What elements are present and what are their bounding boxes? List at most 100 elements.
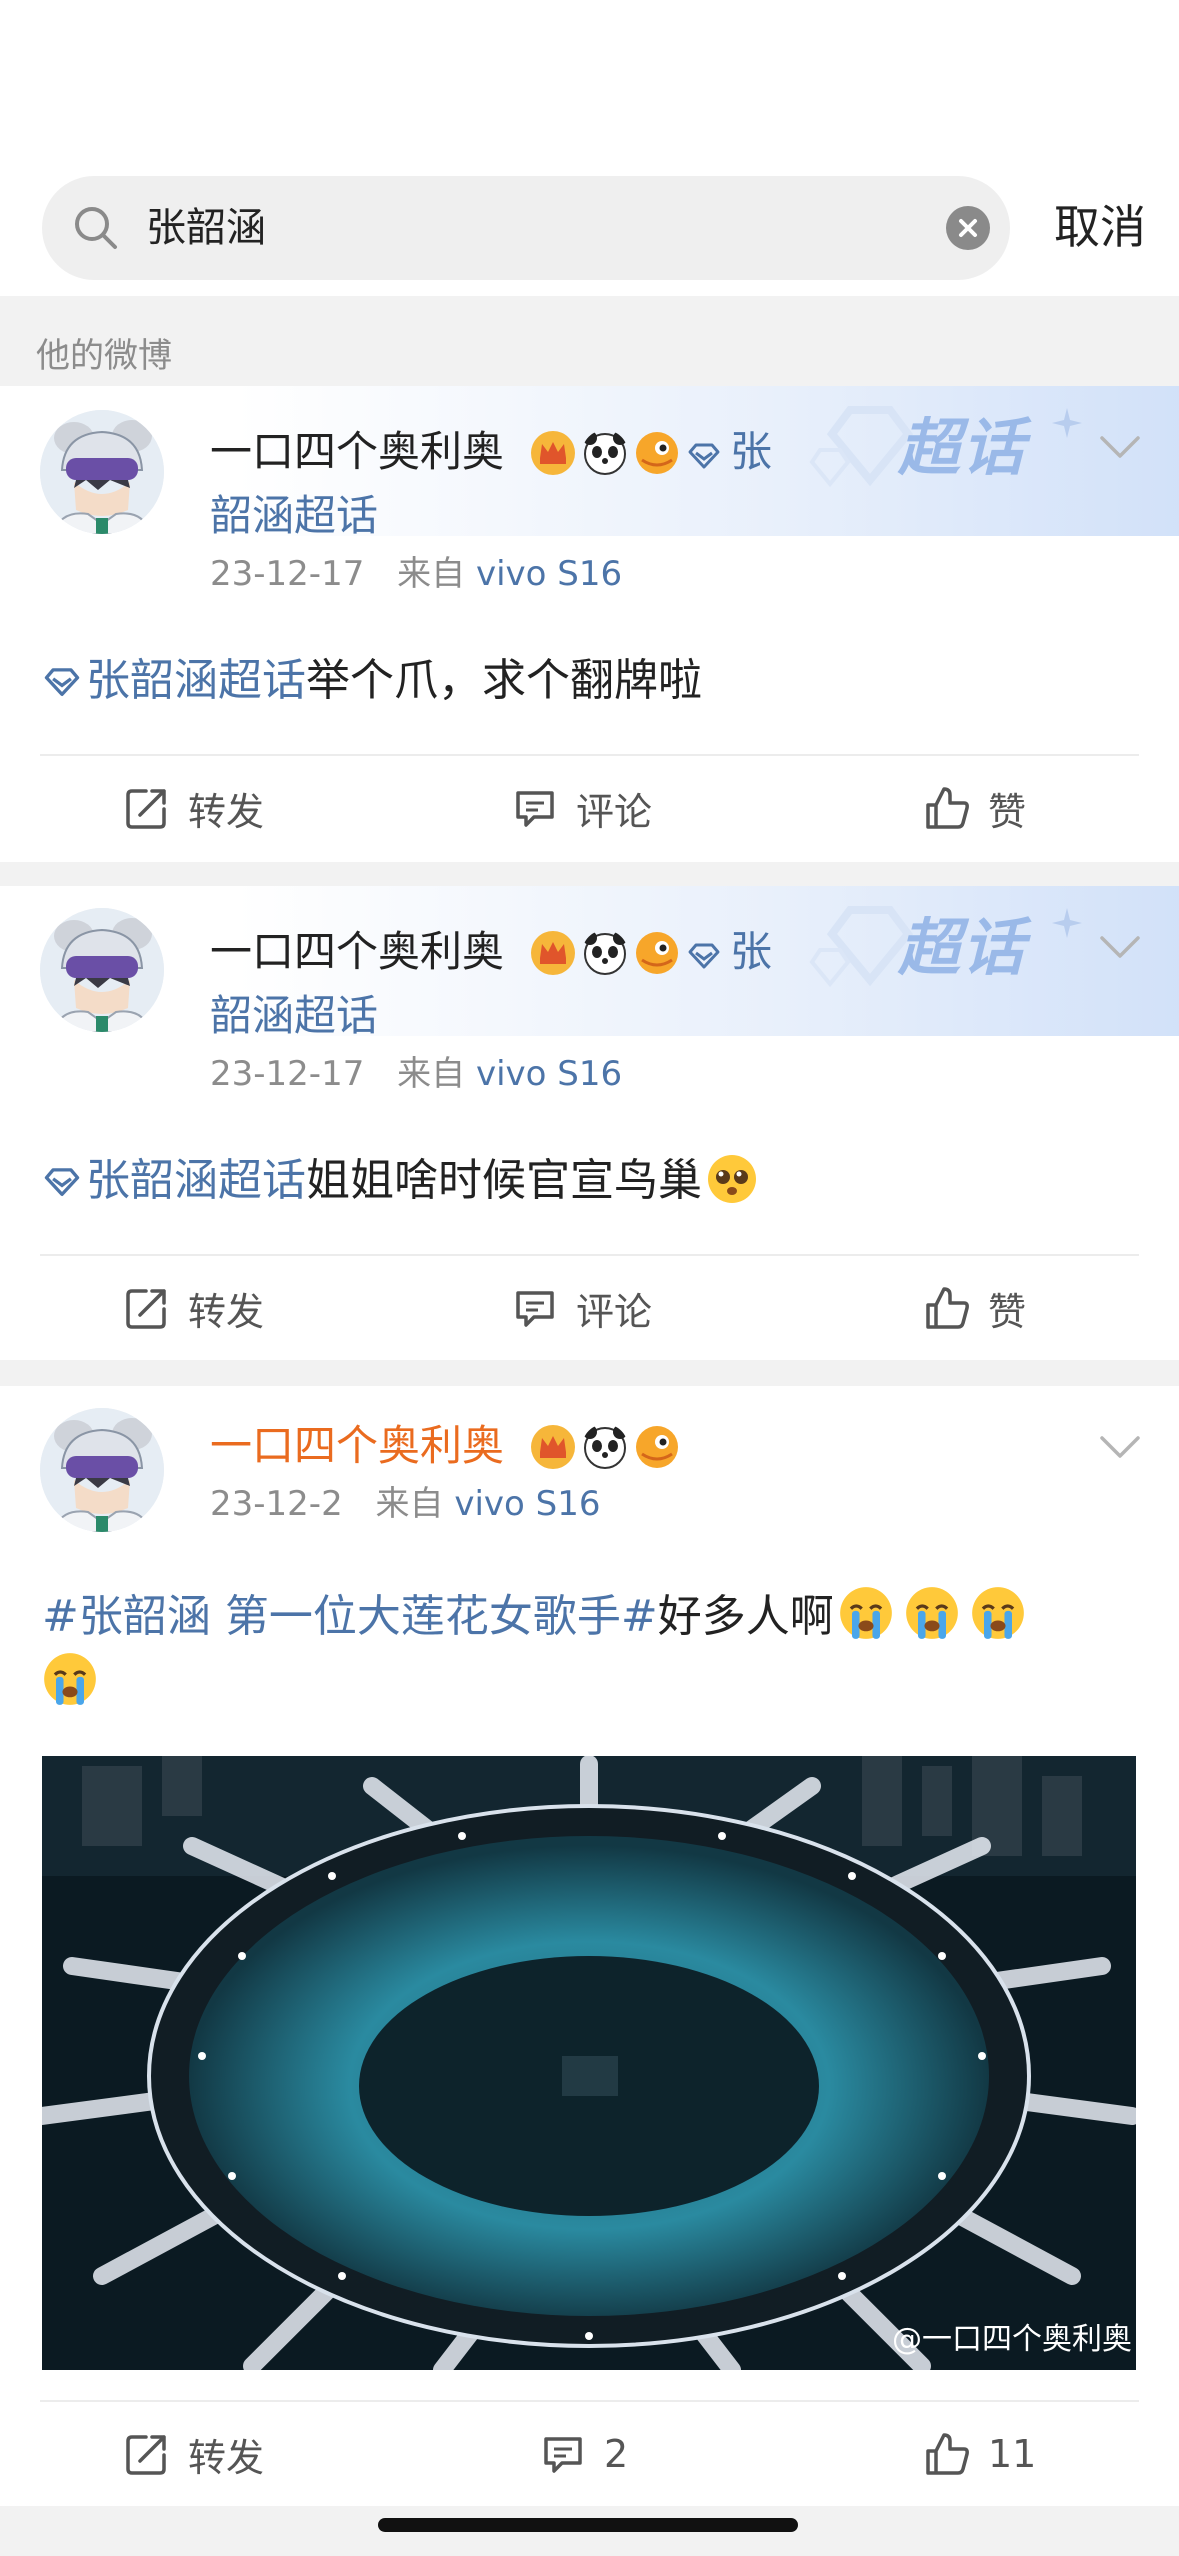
author-name[interactable]: 一口四个奥利奥 [210, 427, 504, 476]
crying-face-emoji-icon [44, 1653, 96, 1705]
repost-button[interactable]: 转发 [124, 1256, 264, 1360]
badge-row [530, 1424, 680, 1470]
body-supertopic-link[interactable]: 张韶涵超话 [42, 655, 306, 706]
like-button[interactable]: 11 [924, 2402, 1036, 2506]
comment-label: 评论 [576, 1289, 653, 1334]
section-label: 他的微博 [36, 336, 172, 376]
comment-icon [544, 2437, 582, 2473]
photo-watermark: @一口四个奥利奥 [892, 2322, 1132, 2357]
avatar[interactable] [40, 908, 164, 1032]
post-date: 23-12-17 [210, 1054, 365, 1094]
like-button[interactable]: 赞 [924, 1256, 1026, 1360]
fish-badge-icon [636, 932, 678, 974]
post-card[interactable]: 一口四个奥利奥 23-12-2 来自 vivo S16 #张韶涵 第一位大莲花女… [0, 1386, 1179, 2506]
thumbs-up-icon [926, 787, 969, 829]
post-card[interactable]: 超话 一口四个奥利奥 张 韶涵超话 23-12-17 来自 vivo S16 张… [0, 886, 1179, 1360]
post-meta: 23-12-2 来自 vivo S16 [210, 1480, 600, 1528]
author-name[interactable]: 一口四个奥利奥 [210, 927, 504, 976]
chevron-down-icon[interactable] [1098, 1434, 1142, 1462]
post-photo[interactable]: @一口四个奥利奥 [42, 1756, 1136, 2370]
chevron-down-icon[interactable] [1098, 934, 1142, 962]
crying-face-emoji-icon [905, 1587, 958, 1639]
comment-icon [516, 1291, 554, 1327]
pleading-face-emoji-icon [708, 1155, 756, 1203]
crying-face-emoji-icon [839, 1587, 892, 1639]
post-source[interactable]: vivo S16 [454, 1484, 600, 1524]
post-source[interactable]: vivo S16 [476, 1054, 622, 1094]
repost-label: 转发 [188, 1289, 265, 1334]
repost-label: 转发 [188, 2435, 265, 2480]
supertopic-link[interactable]: 张 [686, 422, 772, 482]
search-query: 张韶涵 [146, 205, 266, 251]
like-count: 11 [988, 2432, 1037, 2476]
badge-row [530, 430, 680, 476]
stadium-aerial-photo [42, 1756, 1136, 2370]
post-source[interactable]: vivo S16 [476, 554, 622, 594]
fish-badge-icon [636, 432, 678, 474]
avatar-image [40, 410, 164, 534]
body-topic-text: 张韶涵超话 [86, 1155, 306, 1206]
repost-label: 转发 [188, 789, 265, 834]
supertopic-link[interactable]: 张 [686, 922, 772, 982]
post-body: 张韶涵超话姐姐啥时候官宣鸟巢 [42, 1148, 1142, 1214]
post-body: 张韶涵超话举个爪，求个翻牌啦 [42, 648, 1142, 714]
repost-button[interactable]: 转发 [124, 2402, 264, 2506]
supertopic-name-part1: 张 [730, 427, 773, 476]
source-prefix: 来自 [397, 554, 466, 594]
comment-button[interactable]: 评论 [512, 756, 652, 860]
supertopic-link-cont[interactable]: 韶涵超话 [210, 986, 378, 1046]
crown-badge-icon [531, 931, 575, 975]
action-bar: 转发 评论 赞 [0, 1256, 1179, 1360]
home-indicator[interactable] [378, 2518, 798, 2532]
panda-icon [583, 931, 627, 975]
avatar-image [40, 1408, 164, 1532]
supertopic-diamond-icon [44, 668, 80, 696]
supertopic-diamond-icon [688, 943, 720, 968]
crying-face-emoji-icon [971, 1587, 1024, 1639]
author-line: 一口四个奥利奥 [210, 1416, 810, 1476]
body-text: 举个爪，求个翻牌啦 [306, 655, 702, 706]
crown-badge-icon [531, 1425, 575, 1469]
author-name[interactable]: 一口四个奥利奥 [210, 1421, 504, 1470]
supertopic-banner-text: 超话 [898, 411, 1027, 484]
avatar[interactable] [40, 410, 164, 534]
supertopic-diamond-icon [44, 1168, 80, 1196]
like-label: 赞 [988, 789, 1027, 834]
clear-search-button[interactable] [946, 206, 990, 250]
body-text: 姐姐啥时候官宣鸟巢 [306, 1155, 702, 1206]
post-date: 23-12-2 [210, 1484, 343, 1524]
body-hashtag-link[interactable]: #张韶涵 第一位大莲花女歌手# [42, 1591, 658, 1642]
post-meta: 23-12-17 来自 vivo S16 [210, 550, 622, 598]
repost-icon [126, 789, 166, 829]
repost-icon [126, 2435, 166, 2475]
close-icon [959, 219, 977, 237]
search-header: 张韶涵 取消 [0, 0, 1179, 296]
like-label: 赞 [988, 1289, 1027, 1334]
post-date: 23-12-17 [210, 554, 365, 594]
body-supertopic-link[interactable]: 张韶涵超话 [42, 1155, 306, 1206]
post-meta: 23-12-17 来自 vivo S16 [210, 1050, 622, 1098]
thumbs-up-icon [926, 1287, 969, 1329]
avatar-image [40, 908, 164, 1032]
body-text: 好多人啊 [657, 1591, 834, 1642]
search-input[interactable]: 张韶涵 [42, 176, 1010, 280]
avatar[interactable] [40, 1408, 164, 1532]
repost-icon [126, 1289, 166, 1329]
chevron-down-icon[interactable] [1098, 434, 1142, 462]
like-button[interactable]: 赞 [924, 756, 1026, 860]
comment-button[interactable]: 2 [540, 2402, 628, 2506]
supertopic-link-cont[interactable]: 韶涵超话 [210, 486, 378, 546]
sparkle-icon [1052, 408, 1082, 438]
post-card[interactable]: 超话 一口四个奥利奥 张 韶涵超话 23-12-17 来自 vivo S16 张… [0, 386, 1179, 862]
supertopic-banner-text: 超话 [898, 911, 1027, 984]
fish-badge-icon [636, 1426, 678, 1468]
cancel-button[interactable]: 取消 [1054, 196, 1146, 258]
repost-button[interactable]: 转发 [124, 756, 264, 860]
comment-button[interactable]: 评论 [512, 1256, 652, 1360]
comment-label: 评论 [576, 789, 653, 834]
action-bar: 转发 评论 赞 [0, 756, 1179, 860]
source-prefix: 来自 [397, 1054, 466, 1094]
search-icon [75, 207, 117, 249]
supertopic-name-part2: 韶涵超话 [210, 491, 379, 540]
supertopic-diamond-icon [688, 443, 720, 468]
